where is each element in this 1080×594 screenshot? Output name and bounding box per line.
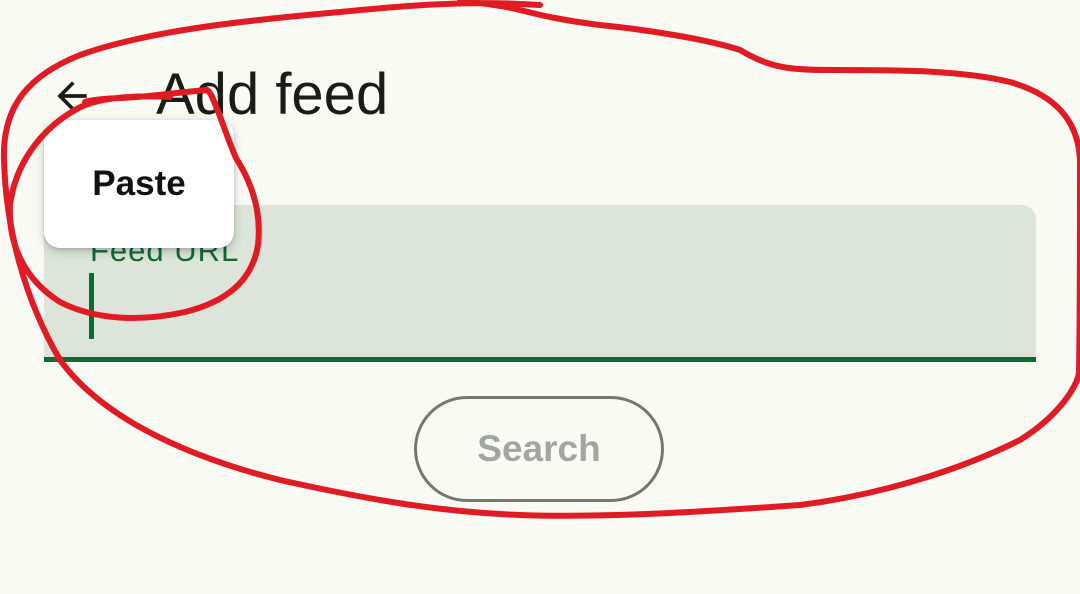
arrow-back-icon xyxy=(57,81,87,111)
search-button[interactable]: Search xyxy=(414,396,664,502)
text-cursor xyxy=(89,273,94,339)
back-button[interactable] xyxy=(40,68,104,124)
field-underline xyxy=(44,357,1036,362)
paste-label: Paste xyxy=(92,164,186,203)
page-title: Add feed xyxy=(156,62,389,127)
paste-menu-item[interactable]: Paste xyxy=(44,120,234,248)
search-button-label: Search xyxy=(477,428,601,469)
